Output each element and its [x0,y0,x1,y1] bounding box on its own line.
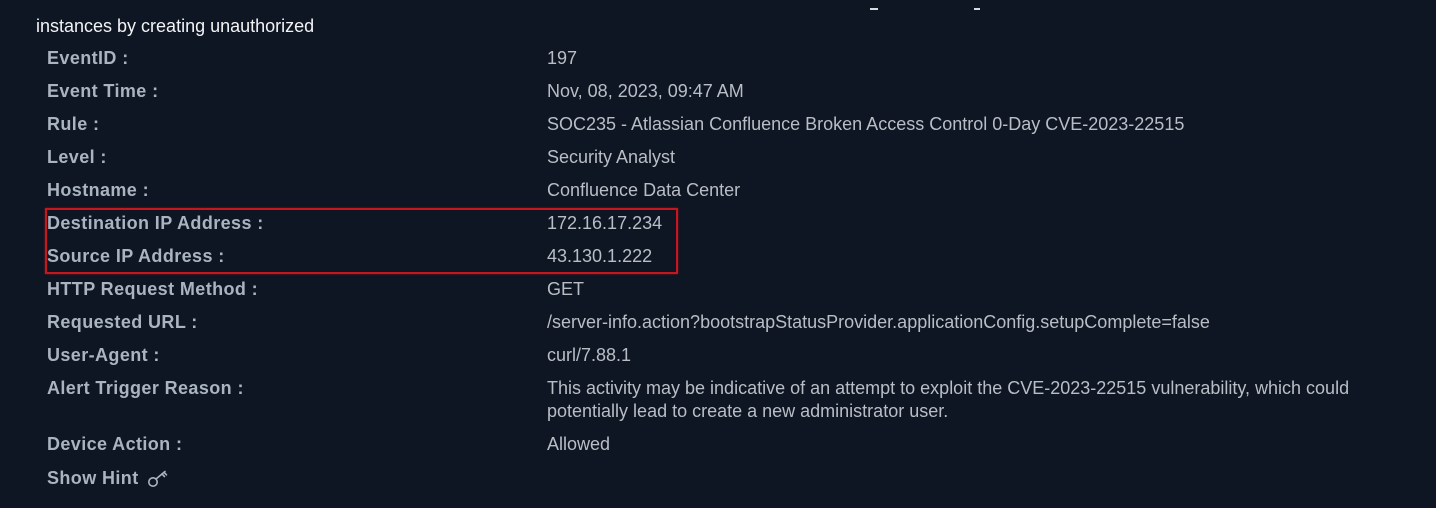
clipped-text-fragment [870,0,990,14]
field-label: EventID : [47,48,129,68]
field-row-event-id: EventID : 197 [0,48,1436,72]
field-row-requested-url: Requested URL : /server-info.action?boot… [0,312,1436,336]
field-row-alert-trigger-reason: Alert Trigger Reason : This activity may… [0,378,1436,426]
field-label: Rule : [47,114,100,134]
field-row-http-method: HTTP Request Method : GET [0,279,1436,303]
field-row-user-agent: User-Agent : curl/7.88.1 [0,345,1436,369]
field-label: User-Agent : [47,345,160,365]
field-value: Confluence Data Center [547,180,741,200]
field-value: Allowed [547,434,611,454]
show-hint-button[interactable]: Show Hint [47,468,169,489]
key-icon [147,469,169,489]
field-value: 43.130.1.222 [547,246,653,266]
field-value: Nov, 08, 2023, 09:47 AM [547,81,744,101]
field-row-hostname: Hostname : Confluence Data Center [0,180,1436,204]
field-label: HTTP Request Method : [47,279,259,299]
field-value: SOC235 - Atlassian Confluence Broken Acc… [547,114,1185,134]
field-label: Device Action : [47,434,183,454]
field-label: Requested URL : [47,312,198,332]
field-value: curl/7.88.1 [547,345,632,365]
description-text: instances by creating unauthorized [36,16,315,36]
field-label: Hostname : [47,180,150,200]
field-label: Event Time : [47,81,159,101]
field-row-device-action: Device Action : Allowed [0,434,1436,458]
field-row-event-time: Event Time : Nov, 08, 2023, 09:47 AM [0,81,1436,105]
show-hint-label: Show Hint [47,468,139,488]
field-label: Source IP Address : [47,246,225,266]
field-value: This activity may be indicative of an at… [547,378,1350,421]
field-row-rule: Rule : SOC235 - Atlassian Confluence Bro… [0,114,1436,138]
field-label: Alert Trigger Reason : [47,378,244,398]
field-value: GET [547,279,585,299]
field-value: Security Analyst [547,147,676,167]
field-value: /server-info.action?bootstrapStatusProvi… [547,312,1210,332]
field-label: Destination IP Address : [47,213,264,233]
field-row-level: Level : Security Analyst [0,147,1436,171]
field-value: 172.16.17.234 [547,213,663,233]
field-row-destination-ip: Destination IP Address : 172.16.17.234 [0,213,1436,237]
field-label: Level : [47,147,107,167]
field-row-source-ip: Source IP Address : 43.130.1.222 [0,246,1436,270]
field-value: 197 [547,48,578,68]
